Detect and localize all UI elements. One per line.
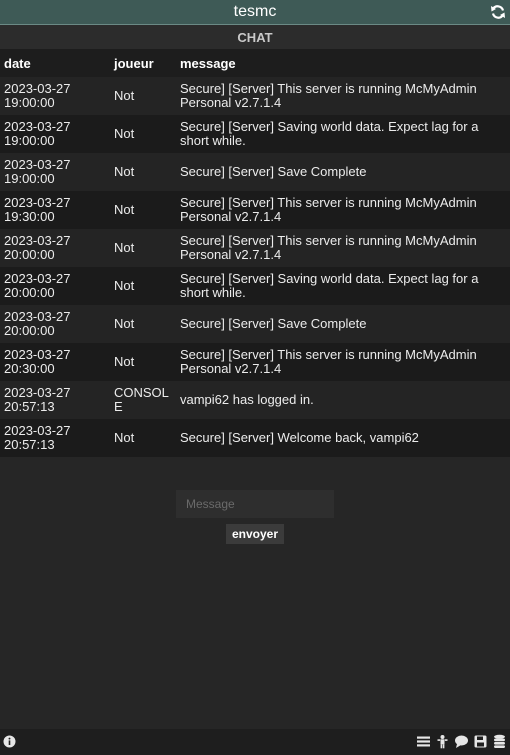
row-date: 2023-03-27 19:00:00	[0, 77, 110, 115]
footer-toolbar	[0, 729, 510, 755]
row-player: CONSOLE	[110, 381, 176, 419]
row-message: Secure] [Server] Saving world data. Expe…	[176, 267, 510, 305]
row-message: Secure] [Server] Saving world data. Expe…	[176, 115, 510, 153]
row-date: 2023-03-27 19:00:00	[0, 153, 110, 191]
table-row: 2023-03-27 19:00:00 Not Secure] [Server]…	[0, 115, 510, 153]
row-player: Not	[110, 229, 176, 267]
table-row: 2023-03-27 20:57:13 Not Secure] [Server]…	[0, 419, 510, 457]
app-window: tesmc CHAT date joueur message 2023-03-2…	[0, 0, 510, 755]
row-message: vampi62 has logged in.	[176, 381, 510, 419]
chat-icon[interactable]	[454, 734, 469, 749]
row-message: Secure] [Server] This server is running …	[176, 191, 510, 229]
chat-table: date joueur message 2023-03-27 19:00:00 …	[0, 49, 510, 457]
info-icon[interactable]	[3, 735, 16, 748]
column-header-player: joueur	[110, 49, 176, 77]
row-player: Not	[110, 191, 176, 229]
server-title: tesmc	[233, 3, 277, 20]
row-message: Secure] [Server] Save Complete	[176, 305, 510, 343]
row-date: 2023-03-27 20:30:00	[0, 343, 110, 381]
row-message: Secure] [Server] Welcome back, vampi62	[176, 419, 510, 457]
row-date: 2023-03-27 19:00:00	[0, 115, 110, 153]
table-row: 2023-03-27 19:30:00 Not Secure] [Server]…	[0, 191, 510, 229]
column-header-date: date	[0, 49, 110, 77]
row-date: 2023-03-27 20:57:13	[0, 419, 110, 457]
table-row: 2023-03-27 20:00:00 Not Secure] [Server]…	[0, 305, 510, 343]
row-message: Secure] [Server] This server is running …	[176, 77, 510, 115]
row-message: Secure] [Server] This server is running …	[176, 343, 510, 381]
row-message: Secure] [Server] This server is running …	[176, 229, 510, 267]
row-player: Not	[110, 153, 176, 191]
row-player: Not	[110, 115, 176, 153]
message-input[interactable]	[176, 490, 334, 518]
row-date: 2023-03-27 20:00:00	[0, 267, 110, 305]
players-icon[interactable]	[435, 734, 450, 749]
refresh-icon[interactable]	[490, 4, 506, 20]
column-header-message: message	[176, 49, 510, 77]
table-row: 2023-03-27 20:57:13 CONSOLE vampi62 has …	[0, 381, 510, 419]
row-date: 2023-03-27 20:00:00	[0, 229, 110, 267]
chat-section-title: CHAT	[0, 25, 510, 49]
row-date: 2023-03-27 20:57:13	[0, 381, 110, 419]
row-date: 2023-03-27 20:00:00	[0, 305, 110, 343]
row-player: Not	[110, 305, 176, 343]
message-composer: envoyer	[0, 490, 510, 544]
table-row: 2023-03-27 19:00:00 Not Secure] [Server]…	[0, 77, 510, 115]
table-row: 2023-03-27 19:00:00 Not Secure] [Server]…	[0, 153, 510, 191]
row-player: Not	[110, 77, 176, 115]
row-player: Not	[110, 343, 176, 381]
footer-icons	[416, 734, 507, 749]
row-date: 2023-03-27 19:30:00	[0, 191, 110, 229]
table-row: 2023-03-27 20:30:00 Not Secure] [Server]…	[0, 343, 510, 381]
menu-icon[interactable]	[416, 734, 431, 749]
send-button[interactable]: envoyer	[225, 524, 285, 544]
table-row: 2023-03-27 20:00:00 Not Secure] [Server]…	[0, 267, 510, 305]
row-player: Not	[110, 419, 176, 457]
database-icon[interactable]	[492, 734, 507, 749]
title-bar: tesmc	[0, 0, 510, 25]
row-message: Secure] [Server] Save Complete	[176, 153, 510, 191]
save-icon[interactable]	[473, 734, 488, 749]
table-row: 2023-03-27 20:00:00 Not Secure] [Server]…	[0, 229, 510, 267]
row-player: Not	[110, 267, 176, 305]
